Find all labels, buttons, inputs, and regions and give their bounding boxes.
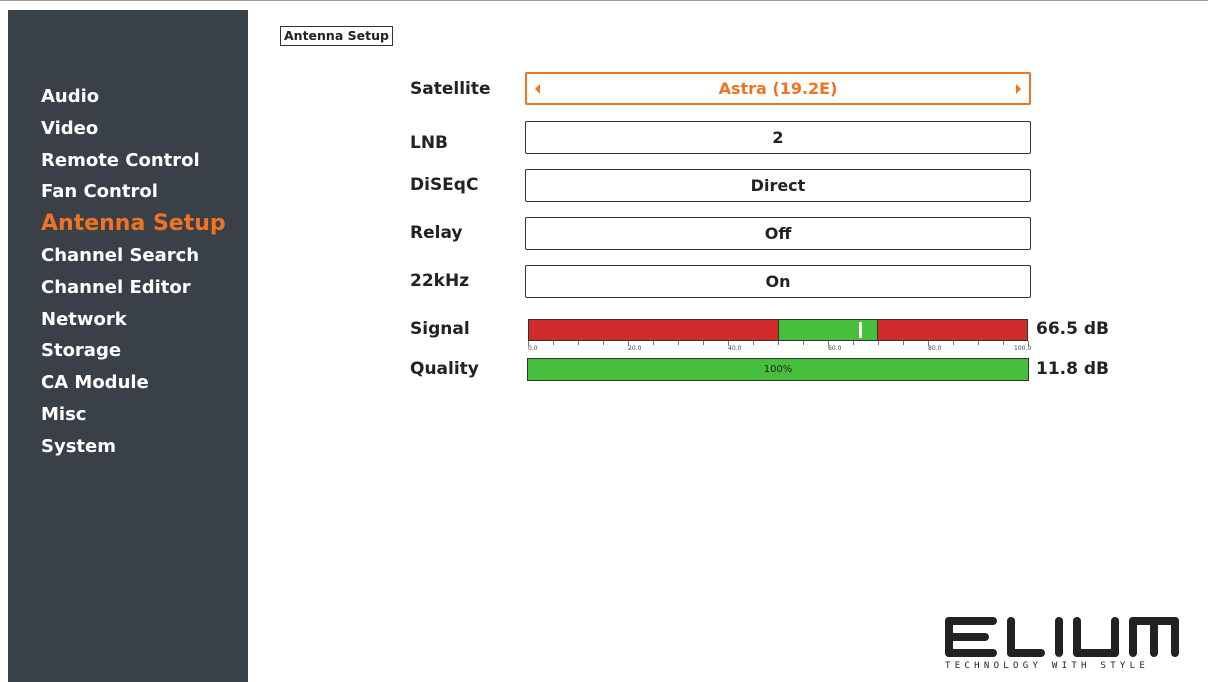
scale-tick <box>678 341 679 345</box>
signal-scale: 0.0 20.0 40.0 60.0 80.0 100.0 <box>528 341 1032 355</box>
scale-tick-label: 60.0 <box>828 345 842 352</box>
satellite-selector[interactable]: Astra (19.2E) <box>525 72 1031 105</box>
lnb-value: 2 <box>772 128 784 147</box>
satellite-label: Satellite <box>410 79 491 99</box>
lnb-selector[interactable]: 2 <box>525 121 1031 154</box>
scale-tick <box>578 341 579 345</box>
sidebar-menu: Audio Video Remote Control Fan Control A… <box>41 81 226 463</box>
sidebar-item-storage[interactable]: Storage <box>41 335 226 367</box>
sidebar-item-fan-control[interactable]: Fan Control <box>41 176 226 208</box>
relay-selector[interactable]: Off <box>525 217 1031 250</box>
scale-tick <box>803 341 804 345</box>
scale-tick <box>903 341 904 345</box>
sidebar-item-audio[interactable]: Audio <box>41 81 226 113</box>
arrow-left-icon[interactable] <box>535 83 540 94</box>
satellite-value: Astra (19.2E) <box>718 79 838 98</box>
diseqc-selector[interactable]: Direct <box>525 169 1031 202</box>
scale-tick <box>653 341 654 345</box>
sidebar-item-video[interactable]: Video <box>41 113 226 145</box>
scale-tick <box>953 341 954 345</box>
diseqc-value: Direct <box>750 176 806 195</box>
page-title: Antenna Setup <box>280 26 393 46</box>
diseqc-label: DiSEqC <box>410 175 479 195</box>
scale-tick-label: 0.0 <box>528 345 538 352</box>
sidebar-item-misc[interactable]: Misc <box>41 399 226 431</box>
brand-tagline: TECHNOLOGY WITH STYLE <box>945 661 1150 671</box>
scale-tick <box>703 341 704 345</box>
sidebar-item-ca-module[interactable]: CA Module <box>41 367 226 399</box>
tone-22khz-value: On <box>765 272 791 291</box>
scale-tick <box>603 341 604 345</box>
sidebar-item-remote-control[interactable]: Remote Control <box>41 145 226 177</box>
scale-tick-label: 80.0 <box>928 345 942 352</box>
scale-tick-label: 100.0 <box>1014 345 1032 352</box>
arrow-right-icon[interactable] <box>1016 83 1021 94</box>
scale-tick <box>778 341 779 345</box>
relay-label: Relay <box>410 223 463 243</box>
scale-tick-label: 20.0 <box>628 345 642 352</box>
signal-meter <box>528 319 1028 341</box>
signal-level-marker <box>859 322 863 338</box>
sidebar-item-channel-search[interactable]: Channel Search <box>41 240 226 272</box>
sidebar-item-system[interactable]: System <box>41 431 226 463</box>
scale-tick-label: 40.0 <box>728 345 742 352</box>
quality-readout: 11.8 dB <box>1036 359 1109 379</box>
scale-tick <box>878 341 879 345</box>
sidebar-item-channel-editor[interactable]: Channel Editor <box>41 272 226 304</box>
sidebar-item-network[interactable]: Network <box>41 304 226 336</box>
quality-label: Quality <box>410 359 479 379</box>
signal-label: Signal <box>410 319 470 339</box>
tone-22khz-selector[interactable]: On <box>525 265 1031 298</box>
signal-readout: 66.5 dB <box>1036 319 1109 339</box>
scale-tick <box>978 341 979 345</box>
tone-22khz-label: 22kHz <box>410 271 470 291</box>
scale-tick <box>1003 341 1004 345</box>
scale-tick <box>553 341 554 345</box>
sidebar: Audio Video Remote Control Fan Control A… <box>8 10 248 682</box>
sidebar-item-antenna-setup[interactable]: Antenna Setup <box>41 208 226 240</box>
signal-green-zone <box>778 320 878 340</box>
quality-meter: 100% <box>527 358 1029 381</box>
relay-value: Off <box>764 224 792 243</box>
settings-screen: Audio Video Remote Control Fan Control A… <box>0 0 1208 682</box>
quality-percent: 100% <box>763 364 793 375</box>
scale-tick <box>753 341 754 345</box>
scale-tick <box>853 341 854 345</box>
lnb-label: LNB <box>410 133 449 153</box>
